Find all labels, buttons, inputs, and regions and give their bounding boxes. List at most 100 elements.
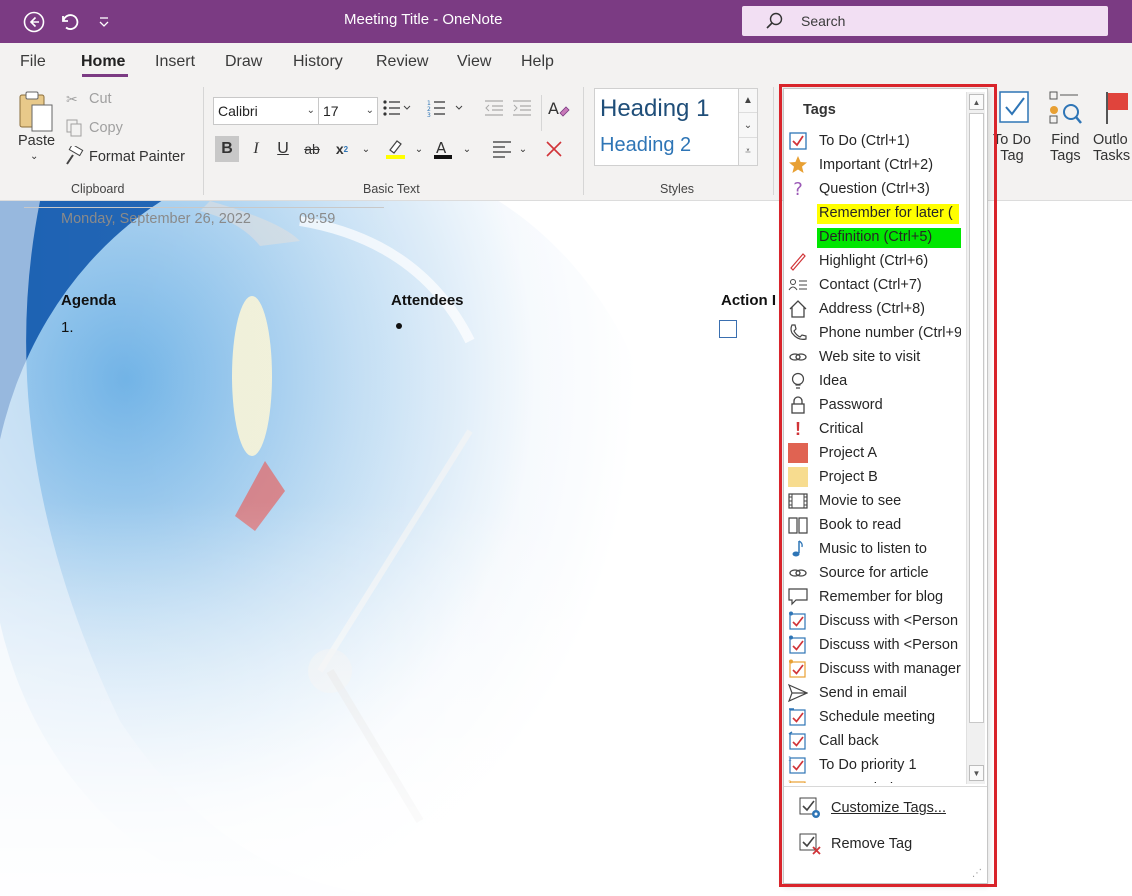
- tag-item[interactable]: Movie to see: [784, 489, 966, 513]
- tag-item[interactable]: Project A: [784, 441, 966, 465]
- tag-item[interactable]: Address (Ctrl+8): [784, 297, 966, 321]
- styles-gallery[interactable]: Heading 1 Heading 2: [594, 88, 740, 166]
- chevron-down-icon[interactable]: ⌄: [354, 136, 378, 162]
- home-icon: [788, 299, 808, 319]
- style-heading-1[interactable]: Heading 1: [600, 95, 709, 123]
- tag-item[interactable]: ? Question (Ctrl+3): [784, 177, 966, 201]
- tab-review[interactable]: Review: [376, 53, 428, 71]
- italic-button[interactable]: I: [244, 136, 268, 162]
- action-items-heading[interactable]: Action I: [721, 292, 776, 309]
- tag-item[interactable]: Send in email: [784, 681, 966, 705]
- tag-item[interactable]: Definition (Ctrl+5): [784, 225, 966, 249]
- cut-icon[interactable]: ✂: [66, 91, 78, 108]
- chevron-up-icon[interactable]: ▲: [739, 89, 757, 113]
- chevron-down-icon[interactable]: ⌄: [739, 114, 757, 138]
- find-tags-line-2: Tags: [1050, 148, 1081, 164]
- search-box[interactable]: Search: [742, 6, 1108, 36]
- scrollbar-thumb[interactable]: [969, 113, 984, 723]
- numbering-icon[interactable]: 123: [427, 99, 467, 121]
- undo-icon[interactable]: [57, 10, 81, 34]
- tab-view[interactable]: View: [457, 53, 491, 71]
- delete-icon[interactable]: [542, 136, 566, 162]
- todo-tag-button[interactable]: To Do Tag: [993, 132, 1031, 164]
- tag-item[interactable]: ! Critical: [784, 417, 966, 441]
- copy-icon[interactable]: [66, 119, 82, 141]
- tag-item[interactable]: Contact (Ctrl+7): [784, 273, 966, 297]
- increase-indent-icon[interactable]: [512, 99, 532, 121]
- tags-scrollbar[interactable]: ▲ ▼: [966, 92, 985, 784]
- paste-dropdown-icon[interactable]: ⌄: [30, 151, 38, 162]
- attendees-heading[interactable]: Attendees: [391, 292, 464, 309]
- tag-item[interactable]: Discuss with <Person: [784, 609, 966, 633]
- action-todo-checkbox[interactable]: [719, 320, 737, 338]
- tag-item[interactable]: Book to read: [784, 513, 966, 537]
- svg-text:1: 1: [788, 756, 792, 763]
- tag-item[interactable]: Remember for blog: [784, 585, 966, 609]
- paste-icon[interactable]: [16, 89, 56, 133]
- tag-item[interactable]: Web site to visit: [784, 345, 966, 369]
- resize-grip-icon[interactable]: ⋰: [972, 868, 982, 879]
- basic-text-group-label: Basic Text: [363, 182, 420, 196]
- tag-item[interactable]: 2 To Do priority 2: [784, 777, 966, 783]
- back-icon[interactable]: [22, 10, 46, 34]
- tag-item[interactable]: 1 To Do priority 1: [784, 753, 966, 777]
- tab-file[interactable]: File: [20, 53, 46, 71]
- chevron-down-icon[interactable]: ⌄: [511, 136, 535, 162]
- outlook-tasks-flag-icon[interactable]: [1104, 90, 1132, 126]
- tab-insert[interactable]: Insert: [155, 53, 195, 71]
- customize-tags-icon: [799, 797, 820, 818]
- tag-item[interactable]: Password: [784, 393, 966, 417]
- bullets-icon[interactable]: [382, 99, 412, 121]
- tab-draw[interactable]: Draw: [225, 53, 262, 71]
- customize-tags-item[interactable]: Customize Tags...: [798, 794, 978, 822]
- find-tags-button[interactable]: Find Tags: [1050, 132, 1081, 164]
- tag-item[interactable]: To Do (Ctrl+1): [784, 129, 966, 153]
- strikethrough-button[interactable]: ab: [300, 136, 324, 162]
- find-tags-icon[interactable]: [1048, 90, 1082, 126]
- tag-item[interactable]: Important (Ctrl+2): [784, 153, 966, 177]
- tab-home[interactable]: Home: [81, 53, 125, 71]
- style-heading-2[interactable]: Heading 2: [600, 134, 691, 157]
- tag-item[interactable]: Remember for later (: [784, 201, 966, 225]
- tag-item[interactable]: Schedule meeting: [784, 705, 966, 729]
- tag-item[interactable]: Discuss with <Person: [784, 633, 966, 657]
- format-painter-button[interactable]: Format Painter: [89, 149, 185, 165]
- more-styles-icon[interactable]: ⩡: [739, 139, 757, 163]
- font-size-combo[interactable]: 17 ⌄: [318, 97, 378, 125]
- tag-item[interactable]: Source for article: [784, 561, 966, 585]
- font-name-combo[interactable]: Calibri ⌄: [213, 97, 319, 125]
- font-color-icon[interactable]: A: [431, 136, 455, 162]
- outlook-tasks-button[interactable]: Outlo Tasks: [1093, 132, 1130, 164]
- tag-item[interactable]: Idea: [784, 369, 966, 393]
- tab-history[interactable]: History: [293, 53, 343, 71]
- tab-help[interactable]: Help: [521, 53, 554, 71]
- tag-item[interactable]: Highlight (Ctrl+6): [784, 249, 966, 273]
- chevron-down-icon[interactable]: ⌄: [455, 136, 479, 162]
- subscript-label: x: [335, 141, 344, 157]
- scroll-down-icon[interactable]: ▼: [969, 765, 984, 781]
- bold-button[interactable]: B: [215, 136, 239, 162]
- clear-formatting-icon[interactable]: A: [548, 99, 570, 123]
- lock-icon: [788, 395, 808, 415]
- agenda-heading[interactable]: Agenda: [61, 292, 116, 309]
- customize-toolbar-icon[interactable]: [92, 10, 116, 34]
- tag-item[interactable]: Music to listen to: [784, 537, 966, 561]
- paste-button[interactable]: Paste: [18, 133, 55, 149]
- format-painter-icon[interactable]: [64, 143, 84, 170]
- todo-tag-checkbox-icon[interactable]: [998, 90, 1032, 126]
- attendees-bullet[interactable]: [396, 323, 402, 329]
- scroll-up-icon[interactable]: ▲: [969, 94, 984, 110]
- cut-button[interactable]: Cut: [89, 91, 112, 107]
- copy-button[interactable]: Copy: [89, 120, 123, 136]
- remove-tag-item[interactable]: Remove Tag: [798, 830, 978, 858]
- tag-item[interactable]: Call back: [784, 729, 966, 753]
- highlighter-icon[interactable]: [383, 136, 407, 162]
- agenda-list-number[interactable]: 1.: [61, 319, 74, 336]
- tag-item[interactable]: Phone number (Ctrl+9: [784, 321, 966, 345]
- decrease-indent-icon[interactable]: [484, 99, 504, 121]
- tag-item[interactable]: Project B: [784, 465, 966, 489]
- underline-button[interactable]: U: [271, 136, 295, 162]
- subscript-button[interactable]: x2: [330, 136, 354, 162]
- tag-item[interactable]: Discuss with manager: [784, 657, 966, 681]
- chevron-down-icon[interactable]: ⌄: [407, 136, 431, 162]
